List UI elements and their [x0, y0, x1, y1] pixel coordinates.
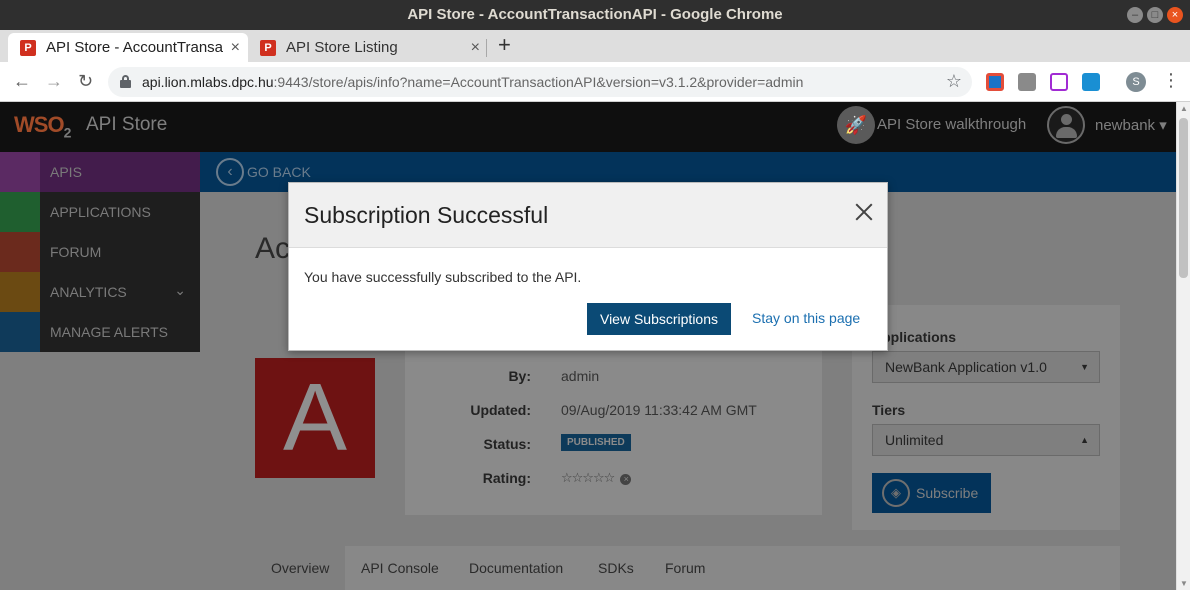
sidebar-item-forum[interactable]: FORUM [0, 232, 200, 272]
wso2-logo[interactable]: WSO2 [14, 112, 71, 140]
tab-forum[interactable]: Forum [665, 546, 705, 590]
forward-button[interactable]: → [45, 70, 63, 92]
rating-label: Rating: [482, 470, 531, 486]
sidebar-item-label: APIS [50, 164, 82, 180]
scrollbar-thumb[interactable] [1179, 118, 1188, 278]
new-tab-button[interactable]: + [498, 33, 511, 57]
dialog-header: Subscription Successful [289, 183, 887, 248]
chevron-left-icon[interactable]: ‹ [216, 158, 244, 186]
dialog-message: You have successfully subscribed to the … [304, 269, 582, 285]
browser-toolbar: ← → ↻ api.lion.mlabs.dpc.hu:9443/store/a… [0, 62, 1190, 102]
sidebar-item-label: ANALYTICS [50, 284, 127, 300]
sidebar-item-apis[interactable]: APIS [0, 152, 200, 192]
minimize-window-button[interactable]: – [1127, 7, 1143, 23]
extension-icon[interactable] [1082, 73, 1100, 91]
forum-icon [0, 232, 40, 272]
window-titlebar: API Store - AccountTransactionAPI - Goog… [0, 0, 1190, 30]
scroll-up-icon[interactable]: ▲ [1180, 104, 1188, 113]
extension-icon[interactable] [986, 73, 1004, 91]
clear-rating-icon[interactable]: × [620, 474, 632, 485]
address-bar[interactable]: api.lion.mlabs.dpc.hu:9443/store/apis/in… [108, 67, 972, 97]
tab-api-console[interactable]: API Console [361, 546, 439, 590]
scroll-down-icon[interactable]: ▼ [1180, 579, 1188, 588]
api-info-card: By: admin Updated: 09/Aug/2019 11:33:42 … [405, 350, 822, 515]
tab-label: API Store - AccountTransa [46, 39, 224, 56]
status-badge: PUBLISHED [561, 434, 631, 451]
analytics-icon [0, 272, 40, 312]
walkthrough-link[interactable]: API Store walkthrough [877, 116, 1026, 133]
gear-icon [0, 152, 40, 192]
window-title: API Store - AccountTransactionAPI - Goog… [407, 6, 783, 23]
application-select[interactable]: NewBank Application v1.0 ▼ [872, 351, 1100, 383]
tab-documentation[interactable]: Documentation [469, 546, 563, 590]
close-window-button[interactable]: × [1167, 7, 1183, 23]
user-menu[interactable]: newbank ▾ [1095, 116, 1167, 134]
subscription-success-dialog: Subscription Successful You have success… [288, 182, 888, 351]
content-tabs: Overview API Console Documentation SDKs … [255, 546, 1120, 590]
close-icon[interactable] [854, 202, 874, 222]
sidebar-item-label: MANAGE ALERTS [50, 324, 169, 340]
applications-icon [0, 192, 40, 232]
by-value: admin [561, 368, 600, 384]
tab-label: API Store Listing [286, 39, 398, 56]
subscription-panel: Applications NewBank Application v1.0 ▼ … [852, 305, 1120, 530]
sidebar-item-label: APPLICATIONS [50, 204, 151, 220]
app-header: WSO2 API Store 🚀 API Store walkthrough n… [0, 102, 1176, 152]
reload-button[interactable]: ↻ [78, 70, 93, 92]
extension-icon[interactable] [1050, 73, 1068, 91]
tiers-label: Tiers [872, 402, 906, 418]
updated-label: Updated: [470, 402, 531, 418]
sidebar: APIS APPLICATIONS FORUM ANALYTICS ⌄ MANA… [0, 152, 200, 352]
rocket-icon[interactable]: 🚀 [837, 106, 875, 144]
chevron-down-icon: ⌄ [174, 282, 186, 298]
maximize-window-button[interactable]: □ [1147, 7, 1163, 23]
tab-close-icon[interactable]: × [471, 33, 480, 62]
user-avatar-icon[interactable] [1047, 106, 1085, 144]
browser-menu-icon[interactable]: ⋮ [1162, 70, 1180, 91]
api-store-favicon-icon: P [260, 40, 276, 56]
extension-icon[interactable] [1018, 73, 1036, 91]
tier-select[interactable]: Unlimited ▲ [872, 424, 1100, 456]
brand-name: API Store [86, 114, 168, 135]
view-subscriptions-button[interactable]: View Subscriptions [587, 303, 731, 335]
browser-tab-listing[interactable]: P API Store Listing × [248, 33, 488, 62]
sidebar-item-manage-alerts[interactable]: MANAGE ALERTS [0, 312, 200, 352]
tab-overview[interactable]: Overview [255, 546, 346, 590]
caret-down-icon: ▼ [1080, 362, 1089, 372]
profile-avatar[interactable]: S [1126, 72, 1146, 92]
browser-tab-active[interactable]: P API Store - AccountTransa × [8, 33, 248, 62]
status-label: Status: [483, 436, 531, 452]
subscribe-button[interactable]: ◈ Subscribe [872, 473, 991, 513]
url-path: :9443/store/apis/info?name=AccountTransa… [273, 74, 804, 90]
stay-on-page-link[interactable]: Stay on this page [752, 310, 860, 326]
back-button[interactable]: ← [13, 70, 31, 92]
caret-up-icon: ▲ [1080, 435, 1089, 445]
url-text[interactable]: api.lion.mlabs.dpc.hu:9443/store/apis/in… [142, 74, 803, 90]
tab-separator [486, 39, 487, 57]
by-label: By: [508, 368, 531, 384]
api-title: Ac [255, 232, 291, 265]
lock-icon [120, 75, 131, 88]
tab-sdks[interactable]: SDKs [598, 546, 634, 590]
browser-tab-strip: P API Store - AccountTransa × P API Stor… [0, 30, 1190, 62]
tag-icon: ◈ [882, 479, 910, 507]
bookmark-star-icon[interactable]: ☆ [946, 71, 962, 92]
dialog-title: Subscription Successful [304, 202, 549, 228]
go-back-link[interactable]: GO BACK [247, 164, 311, 180]
page-scrollbar[interactable]: ▲ ▼ [1176, 102, 1190, 590]
api-store-favicon-icon: P [20, 40, 36, 56]
sidebar-item-applications[interactable]: APPLICATIONS [0, 192, 200, 232]
sidebar-item-analytics[interactable]: ANALYTICS ⌄ [0, 272, 200, 312]
rating-stars[interactable]: ☆☆☆☆☆ × [561, 470, 632, 486]
api-thumbnail: A [255, 358, 375, 478]
bell-icon [0, 312, 40, 352]
url-host: api.lion.mlabs.dpc.hu [142, 74, 274, 90]
tab-close-icon[interactable]: × [231, 33, 240, 62]
sidebar-item-label: FORUM [50, 244, 102, 260]
updated-value: 09/Aug/2019 11:33:42 AM GMT [561, 402, 757, 418]
